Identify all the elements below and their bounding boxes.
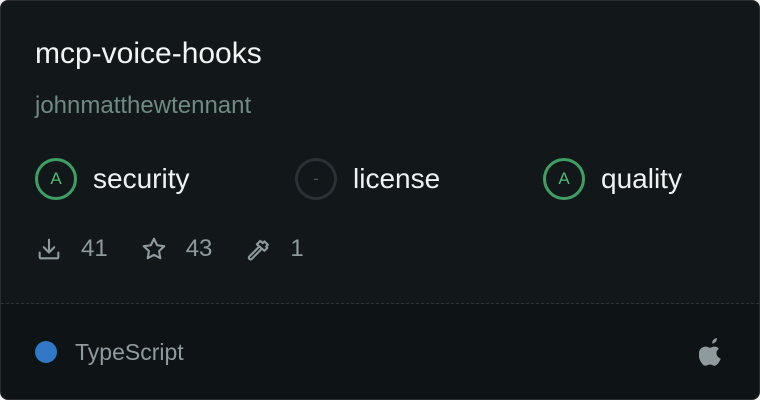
card-body: mcp-voice-hooks johnmatthewtennant A sec…	[1, 1, 759, 303]
language-indicator: TypeScript	[35, 337, 184, 367]
stats-row: 41 43 1	[35, 233, 336, 265]
security-label: security	[93, 163, 190, 194]
security-grade-badge: A	[35, 158, 77, 200]
language-color-dot	[35, 341, 57, 363]
downloads-count: 41	[81, 235, 108, 262]
quality-score: A quality	[543, 155, 682, 203]
download-icon	[38, 238, 60, 260]
quality-grade-badge: A	[543, 158, 585, 200]
stars-count: 43	[185, 235, 213, 262]
license-score: - license	[295, 155, 440, 203]
tools-count: 1	[290, 235, 304, 262]
apple-icon	[699, 338, 721, 366]
repo-owner[interactable]: johnmatthewtennant	[35, 91, 251, 121]
star-icon	[142, 237, 166, 260]
language-name: TypeScript	[75, 338, 184, 365]
downloads-stat: 41	[35, 235, 108, 263]
tools-stat: 1	[244, 235, 304, 263]
stars-stat: 43	[140, 235, 213, 263]
repo-title[interactable]: mcp-voice-hooks	[35, 35, 262, 73]
server-card[interactable]: mcp-voice-hooks johnmatthewtennant A sec…	[0, 0, 760, 400]
quality-label: quality	[601, 163, 682, 194]
license-grade-badge: -	[295, 158, 337, 200]
hammer-icon	[248, 239, 270, 261]
security-score: A security	[35, 155, 189, 203]
license-label: license	[353, 163, 441, 194]
